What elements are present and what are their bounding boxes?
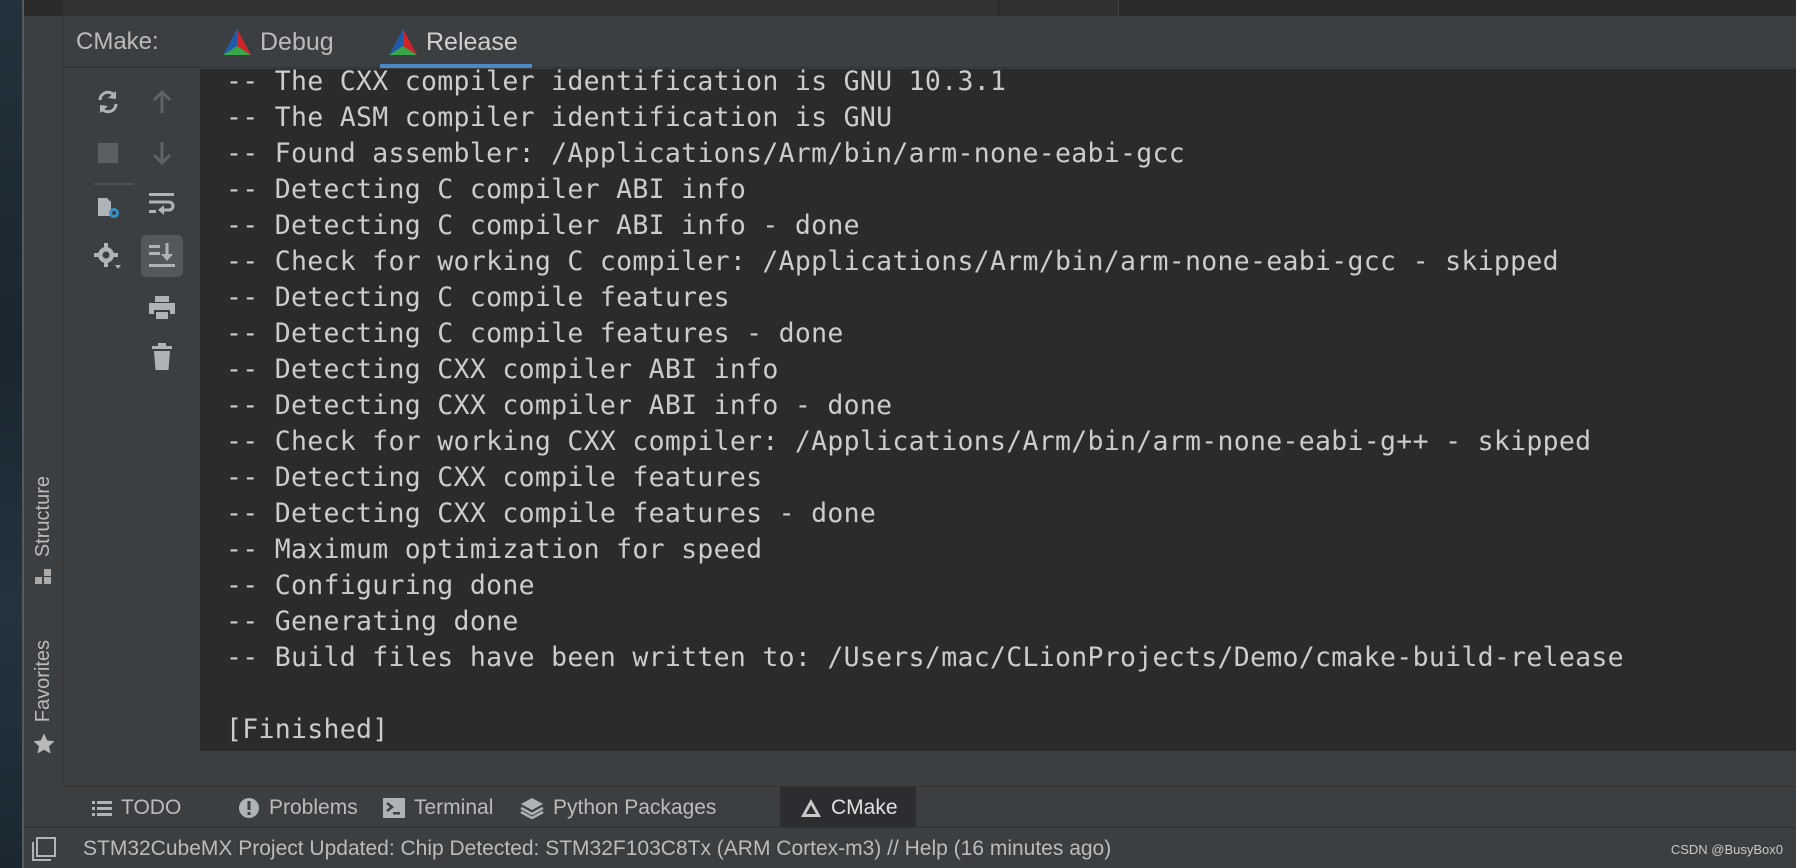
arrow-up-icon bbox=[152, 89, 172, 113]
soft-wrap-icon bbox=[149, 193, 175, 215]
print-button[interactable] bbox=[141, 287, 183, 329]
layers-icon bbox=[520, 797, 544, 819]
console-line: -- Detecting CXX compile features bbox=[226, 462, 763, 493]
reload-icon bbox=[98, 90, 118, 114]
ide-window: Structure Favorites CMake: Debug Release… bbox=[22, 0, 1796, 868]
window-edge bbox=[22, 0, 24, 868]
tab-debug-label: Debug bbox=[260, 27, 334, 56]
soft-wrap-button[interactable] bbox=[141, 182, 183, 224]
console-output[interactable]: -- The CXX compiler identification is GN… bbox=[200, 69, 1796, 751]
console-line: -- Maximum optimization for speed bbox=[226, 534, 763, 565]
structure-icon bbox=[32, 567, 54, 589]
editor-area-edge bbox=[63, 0, 998, 16]
editor-top-edge bbox=[23, 0, 1796, 16]
console-line: -- Check for working CXX compiler: /Appl… bbox=[226, 426, 1592, 457]
desktop-background bbox=[0, 0, 22, 868]
editor-area-edge-mid bbox=[998, 0, 1118, 16]
terminal-tool-button[interactable]: Terminal bbox=[369, 787, 507, 828]
tool-window-title: CMake: bbox=[76, 28, 159, 55]
favorites-tool-button[interactable]: Favorites bbox=[23, 640, 63, 754]
problems-label: Problems bbox=[269, 795, 358, 819]
list-icon bbox=[92, 800, 112, 816]
settings-button[interactable] bbox=[87, 236, 129, 278]
console-line: -- Detecting CXX compile features - done bbox=[226, 498, 877, 529]
cmake-tool-button[interactable]: CMake bbox=[780, 787, 916, 828]
arrow-down-icon bbox=[152, 142, 172, 166]
tool-window-toggle-icon[interactable] bbox=[31, 836, 57, 862]
cmake-icon bbox=[801, 798, 821, 817]
python-packages-tool-button[interactable]: Python Packages bbox=[506, 787, 730, 828]
left-tool-stripe: Structure Favorites bbox=[23, 16, 63, 786]
structure-label: Structure bbox=[31, 476, 54, 558]
console-line: -- Detecting C compile features bbox=[226, 282, 730, 313]
status-message[interactable]: STM32CubeMX Project Updated: Chip Detect… bbox=[83, 837, 1111, 861]
terminal-label: Terminal bbox=[414, 795, 494, 819]
cmake-icon bbox=[223, 29, 251, 55]
trash-icon bbox=[152, 343, 172, 370]
watermark: CSDN @BusyBox0 bbox=[1670, 842, 1783, 857]
console-line: -- Configuring done bbox=[226, 570, 535, 601]
tab-release[interactable]: Release bbox=[380, 16, 532, 68]
todo-tool-button[interactable]: TODO bbox=[78, 787, 195, 828]
todo-label: TODO bbox=[121, 795, 182, 819]
tool-window-header: CMake: Debug Release bbox=[64, 16, 1796, 68]
structure-tool-button[interactable]: Structure bbox=[23, 476, 63, 589]
gear-icon bbox=[94, 243, 121, 269]
cmake-icon bbox=[389, 29, 417, 55]
console-line: -- Found assembler: /Applications/Arm/bi… bbox=[226, 138, 1186, 169]
scroll-to-end-button[interactable] bbox=[141, 235, 183, 277]
scroll-up-button[interactable] bbox=[141, 81, 183, 123]
problems-tool-button[interactable]: Problems bbox=[224, 787, 372, 828]
status-bar: STM32CubeMX Project Updated: Chip Detect… bbox=[23, 827, 1796, 868]
stop-button[interactable] bbox=[87, 132, 129, 174]
print-icon bbox=[149, 296, 175, 321]
scroll-to-end-icon bbox=[149, 243, 175, 267]
scroll-down-button[interactable] bbox=[141, 132, 183, 174]
stop-icon bbox=[98, 143, 118, 163]
terminal-icon bbox=[383, 797, 405, 818]
cmake-settings-button[interactable] bbox=[87, 186, 129, 228]
clear-all-button[interactable] bbox=[141, 336, 183, 378]
console-line: -- The CXX compiler identification is GN… bbox=[226, 69, 1007, 97]
favorites-label: Favorites bbox=[31, 640, 54, 723]
cmake-label: CMake bbox=[831, 795, 898, 819]
bottom-tool-bar: TODO Problems Terminal Python Packages C… bbox=[64, 786, 1796, 828]
settings-file-icon bbox=[98, 198, 119, 218]
console-line: -- The ASM compiler identification is GN… bbox=[226, 102, 893, 133]
tab-release-label: Release bbox=[426, 27, 518, 56]
console-line: -- Detecting C compiler ABI info - done bbox=[226, 210, 860, 241]
console-line: -- Build files have been written to: /Us… bbox=[226, 642, 1624, 673]
star-icon bbox=[32, 732, 55, 754]
tab-debug[interactable]: Debug bbox=[220, 16, 336, 68]
problems-icon bbox=[239, 797, 259, 818]
console-line: -- Detecting C compile features - done bbox=[226, 318, 844, 349]
console-line: [Finished] bbox=[226, 714, 389, 745]
python-packages-label: Python Packages bbox=[553, 795, 717, 819]
console-line: -- Detecting CXX compiler ABI info bbox=[226, 354, 779, 385]
reload-button[interactable] bbox=[87, 81, 129, 123]
toolbar-separator bbox=[94, 183, 134, 185]
editor-area-edge-right bbox=[1118, 0, 1796, 16]
console-line: -- Detecting CXX compiler ABI info - don… bbox=[226, 390, 893, 421]
console-line: -- Check for working C compiler: /Applic… bbox=[226, 246, 1559, 277]
console-toolbar bbox=[64, 69, 200, 751]
console-line: -- Generating done bbox=[226, 606, 519, 637]
console-line: -- Detecting C compiler ABI info bbox=[226, 174, 747, 205]
